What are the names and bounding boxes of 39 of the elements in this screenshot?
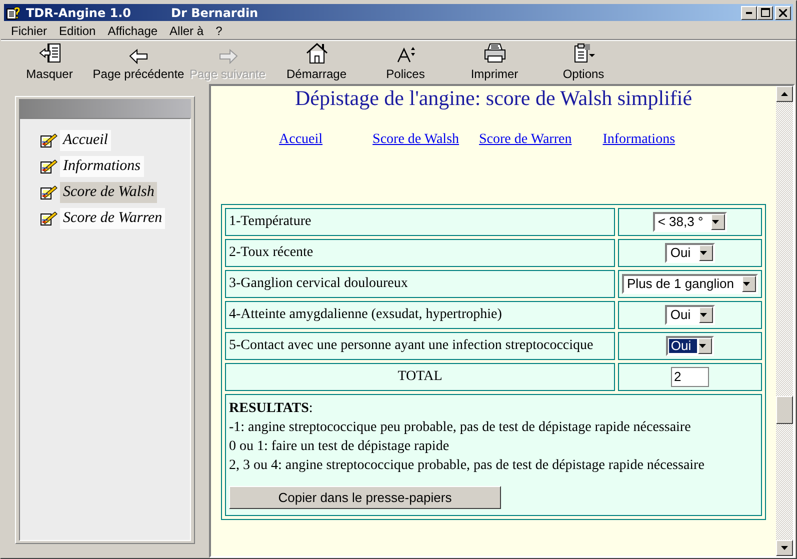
window-title: TDR-Angine 1.0 [26,6,132,20]
toolbar-button[interactable]: Options [539,42,628,82]
criterion-label: 4-Atteinte amygdalienne (exsudat, hypertrophie) [225,301,616,329]
dropdown[interactable]: < 38,3 ° [652,212,728,232]
nav-link[interactable]: Score de Walsh [372,132,460,148]
dropdown[interactable]: Plus de 1 ganglion [622,274,758,294]
total-label: TOTAL [225,363,616,391]
criterion-label: 2-Toux récente [225,239,616,267]
results-heading: RESULTATS: [229,400,314,418]
criterion-label: 1-Température [225,208,616,236]
page-heading: Dépistage de l'angine: score de Walsh simplifié [294,86,692,110]
criterion-label: 3-Ganglion cervical douloureux [225,270,616,298]
criterion-label: 5-Contact avec une personne ayant une infection streptococcique [225,332,616,360]
dropdown[interactable]: Oui [665,243,715,263]
menu-item[interactable]: Edition [53,24,102,38]
result-line: -1: angine streptococcique peu probable, pas de test de dépistage rapide nécessaire [229,419,692,437]
result-line: 0 ou 1: faire un test de dépistage rapide [229,438,450,456]
menu-item[interactable]: ? [210,24,228,38]
menu-item[interactable]: Aller à [164,24,210,38]
result-line: 2, 3 ou 4: angine streptococcique probable, pas de test de dépistage rapide nécessaire [229,457,706,475]
copy-button[interactable]: Copier dans le presse-papiers [229,486,501,509]
user-name: Dr Bernardin [171,6,258,20]
toolbar-button[interactable]: Polices [361,42,450,82]
toolbar-button[interactable]: Masquer [5,42,94,82]
dropdown[interactable]: Oui [666,336,714,356]
nav-link[interactable]: Informations [602,132,676,148]
tree-item[interactable]: Informations [60,156,144,176]
nav-link[interactable]: Score de Warren [479,132,572,148]
tree-item[interactable]: Accueil [60,130,111,150]
dropdown[interactable]: Oui [665,305,715,325]
tree-item[interactable]: Score de Warren [60,208,166,228]
nav-link[interactable]: Accueil [279,132,323,148]
tree-item[interactable]: Score de Walsh [60,182,158,202]
toolbar-button[interactable]: Démarrage [272,42,361,82]
menu-item[interactable]: Affichage [102,24,164,38]
total-field[interactable]: 2 [671,367,709,387]
toolbar-button[interactable]: Imprimer [450,42,539,82]
menu-item[interactable]: Fichier [5,24,54,38]
toolbar-button[interactable]: Page précédente [94,42,183,82]
